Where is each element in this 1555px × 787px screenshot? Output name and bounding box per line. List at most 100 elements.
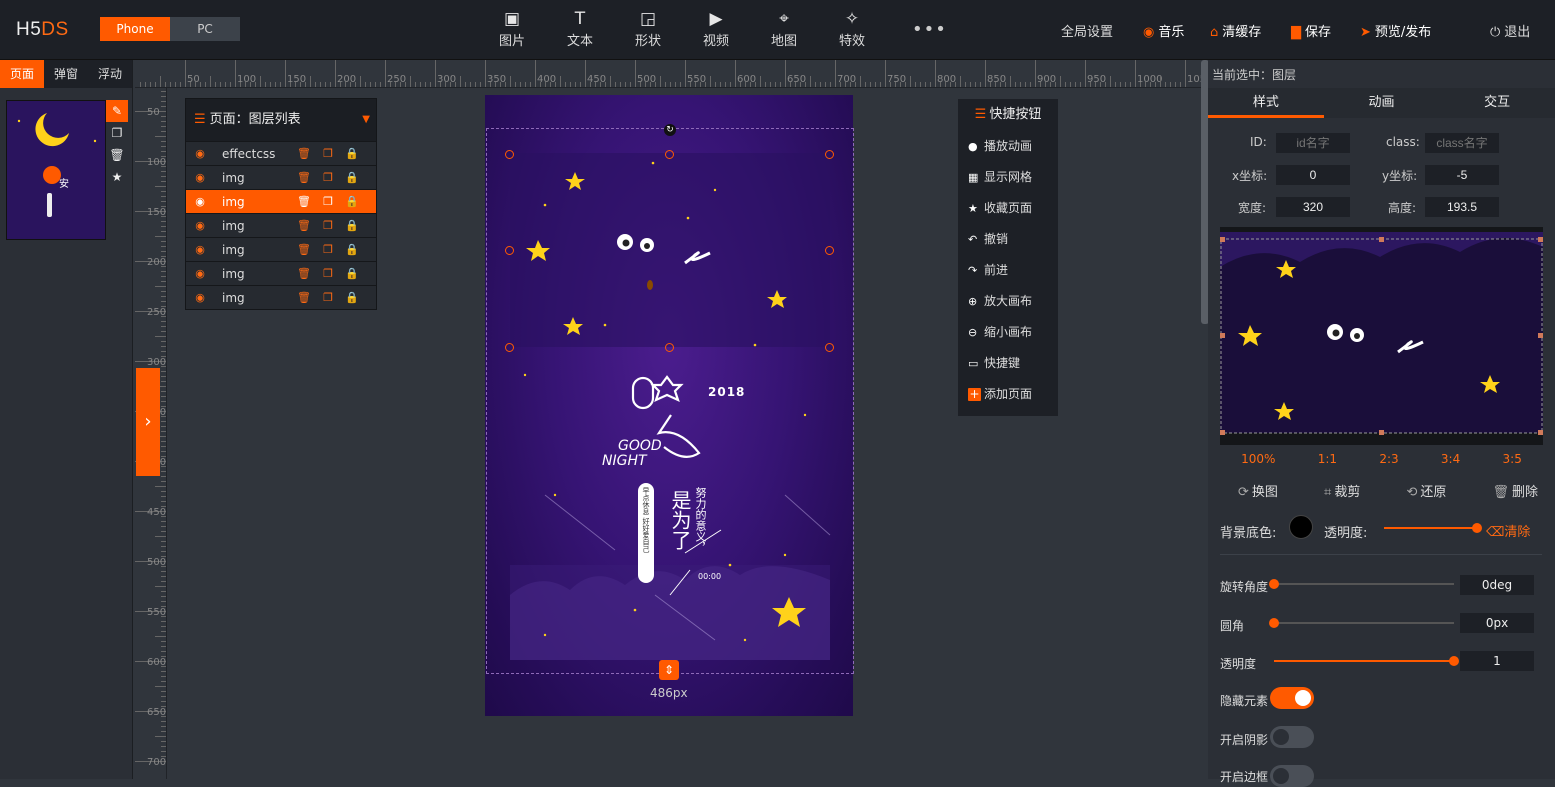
quick-grid-button[interactable]: ▦ 显示网格	[958, 162, 1058, 193]
resize-handle-tr[interactable]	[825, 150, 834, 159]
eye-icon[interactable]: ◉	[186, 147, 214, 160]
layer-list-header[interactable]: ☰ 页面：图层列表 ▼	[186, 99, 376, 141]
copy-icon[interactable]: ❐	[316, 219, 340, 232]
layer-row[interactable]: ◉ img 🗑 ❐ 🔒	[186, 285, 376, 309]
copy-icon[interactable]: ❐	[316, 195, 340, 208]
rotate-value[interactable]: 0deg	[1460, 575, 1534, 595]
border-toggle[interactable]	[1270, 765, 1314, 787]
quick-add-button[interactable]: + 添加页面	[958, 379, 1058, 410]
page-thumbnail[interactable]: 安	[6, 100, 106, 240]
eye-icon[interactable]: ◉	[186, 267, 214, 280]
lock-icon[interactable]: 🔒	[340, 147, 364, 160]
ratio-option[interactable]: 3:5	[1503, 452, 1522, 470]
page-height-drag-button[interactable]: ⇕	[659, 660, 679, 680]
copy-icon[interactable]: ❐	[316, 243, 340, 256]
crop-image-button[interactable]: ⌗ 裁剪	[1324, 481, 1360, 500]
radius-value[interactable]: 0px	[1460, 613, 1534, 633]
bg-color-swatch[interactable]	[1289, 515, 1313, 539]
width-input[interactable]	[1276, 197, 1350, 217]
quick-play-button[interactable]: ● 播放动画	[958, 131, 1058, 162]
copy-icon[interactable]: ❐	[316, 147, 340, 160]
expand-panel-button[interactable]: ›	[136, 368, 160, 476]
copy-icon[interactable]: ❐	[316, 291, 340, 304]
tab-floating[interactable]: 浮动	[88, 60, 132, 88]
ratio-option[interactable]: 100%	[1241, 452, 1275, 470]
eye-icon[interactable]: ◉	[186, 291, 214, 304]
bg-opacity-knob[interactable]	[1472, 523, 1482, 533]
trash-icon[interactable]: 🗑	[292, 267, 316, 280]
delete-page-button[interactable]: 🗑	[106, 144, 128, 166]
restore-image-button[interactable]: ⟲ 还原	[1406, 481, 1446, 500]
quick-star-button[interactable]: ★ 收藏页面	[958, 193, 1058, 224]
resize-handle-b[interactable]	[665, 343, 674, 352]
resize-handle-tl[interactable]	[505, 150, 514, 159]
rotate-knob[interactable]	[1269, 579, 1279, 589]
resize-handle-t[interactable]	[665, 150, 674, 159]
trash-icon[interactable]: 🗑	[292, 195, 316, 208]
layer-row[interactable]: ◉ img 🗑 ❐ 🔒	[186, 165, 376, 189]
eye-icon[interactable]: ◉	[186, 195, 214, 208]
alpha-knob[interactable]	[1449, 656, 1459, 666]
radius-slider[interactable]	[1269, 618, 1454, 628]
ratio-option[interactable]: 1:1	[1318, 452, 1337, 470]
edit-page-button[interactable]: ✎	[106, 100, 128, 122]
x-input[interactable]	[1276, 165, 1350, 185]
resize-handle-l[interactable]	[505, 246, 514, 255]
hide-element-toggle[interactable]	[1270, 687, 1314, 709]
logout-button[interactable]: ⏻ 退出	[1490, 21, 1530, 40]
rotate-handle[interactable]: ↻	[664, 124, 676, 136]
lock-icon[interactable]: 🔒	[340, 243, 364, 256]
y-input[interactable]	[1425, 165, 1499, 185]
class-input[interactable]	[1425, 133, 1499, 153]
quick-redo-button[interactable]: ↷ 前进	[958, 255, 1058, 286]
phone-mode-button[interactable]: Phone	[100, 17, 170, 41]
trash-icon[interactable]: 🗑	[292, 291, 316, 304]
id-input[interactable]	[1276, 133, 1350, 153]
lock-icon[interactable]: 🔒	[340, 219, 364, 232]
bg-opacity-slider[interactable]	[1384, 523, 1482, 533]
height-input[interactable]	[1425, 197, 1499, 217]
layer-row[interactable]: ◉ img 🗑 ❐ 🔒	[186, 213, 376, 237]
tab-animation[interactable]: 动画	[1324, 88, 1440, 118]
tool-image-button[interactable]: ▣ 图片	[487, 8, 537, 49]
tab-pages[interactable]: 页面	[0, 60, 44, 88]
lock-icon[interactable]: 🔒	[340, 267, 364, 280]
lock-icon[interactable]: 🔒	[340, 171, 364, 184]
copy-page-button[interactable]: ❐	[106, 122, 128, 144]
trash-icon[interactable]: 🗑	[292, 171, 316, 184]
save-button[interactable]: ▇ 保存	[1291, 21, 1331, 40]
swap-image-button[interactable]: ⟳ 换图	[1238, 481, 1278, 500]
more-tools-button[interactable]: •••	[912, 19, 947, 40]
radius-knob[interactable]	[1269, 618, 1279, 628]
quick-zoom-in-button[interactable]: ⊕ 放大画布	[958, 286, 1058, 317]
tool-effects-button[interactable]: ✧ 特效	[827, 8, 877, 49]
lock-icon[interactable]: 🔒	[340, 291, 364, 304]
ratio-option[interactable]: 3:4	[1441, 452, 1460, 470]
shadow-toggle[interactable]	[1270, 726, 1314, 748]
layer-row[interactable]: ◉ effectcss 🗑 ❐ 🔒	[186, 141, 376, 165]
trash-icon[interactable]: 🗑	[292, 219, 316, 232]
page-canvas[interactable]: 2018 晚安 GOOD NIGHT 是为了 努力的意义， 早点休息 好好爱自己…	[485, 95, 853, 716]
delete-image-button[interactable]: 🗑 删除	[1492, 481, 1538, 500]
resize-handle-bl[interactable]	[505, 343, 514, 352]
resize-handle-r[interactable]	[825, 246, 834, 255]
global-settings-button[interactable]: 全局设置	[1061, 21, 1113, 40]
tab-interaction[interactable]: 交互	[1439, 88, 1555, 118]
quick-zoom-out-button[interactable]: ⊖ 缩小画布	[958, 317, 1058, 348]
copy-icon[interactable]: ❐	[316, 171, 340, 184]
rotate-slider[interactable]	[1269, 579, 1454, 589]
quick-undo-button[interactable]: ↶ 撤销	[958, 224, 1058, 255]
eye-icon[interactable]: ◉	[186, 243, 214, 256]
preview-publish-button[interactable]: ➤ 预览/发布	[1360, 21, 1431, 40]
quick-keyboard-button[interactable]: ▭ 快捷键	[958, 348, 1058, 379]
eye-icon[interactable]: ◉	[186, 219, 214, 232]
alpha-slider[interactable]	[1274, 656, 1459, 666]
layer-row[interactable]: ◉ img 🗑 ❐ 🔒	[186, 261, 376, 285]
tab-popups[interactable]: 弹窗	[44, 60, 88, 88]
tool-map-button[interactable]: ⌖ 地图	[759, 8, 809, 49]
layer-row[interactable]: ◉ img 🗑 ❐ 🔒	[186, 237, 376, 261]
lock-icon[interactable]: 🔒	[340, 195, 364, 208]
alpha-value[interactable]: 1	[1460, 651, 1534, 671]
copy-icon[interactable]: ❐	[316, 267, 340, 280]
music-button[interactable]: ◉ 音乐	[1143, 21, 1184, 40]
